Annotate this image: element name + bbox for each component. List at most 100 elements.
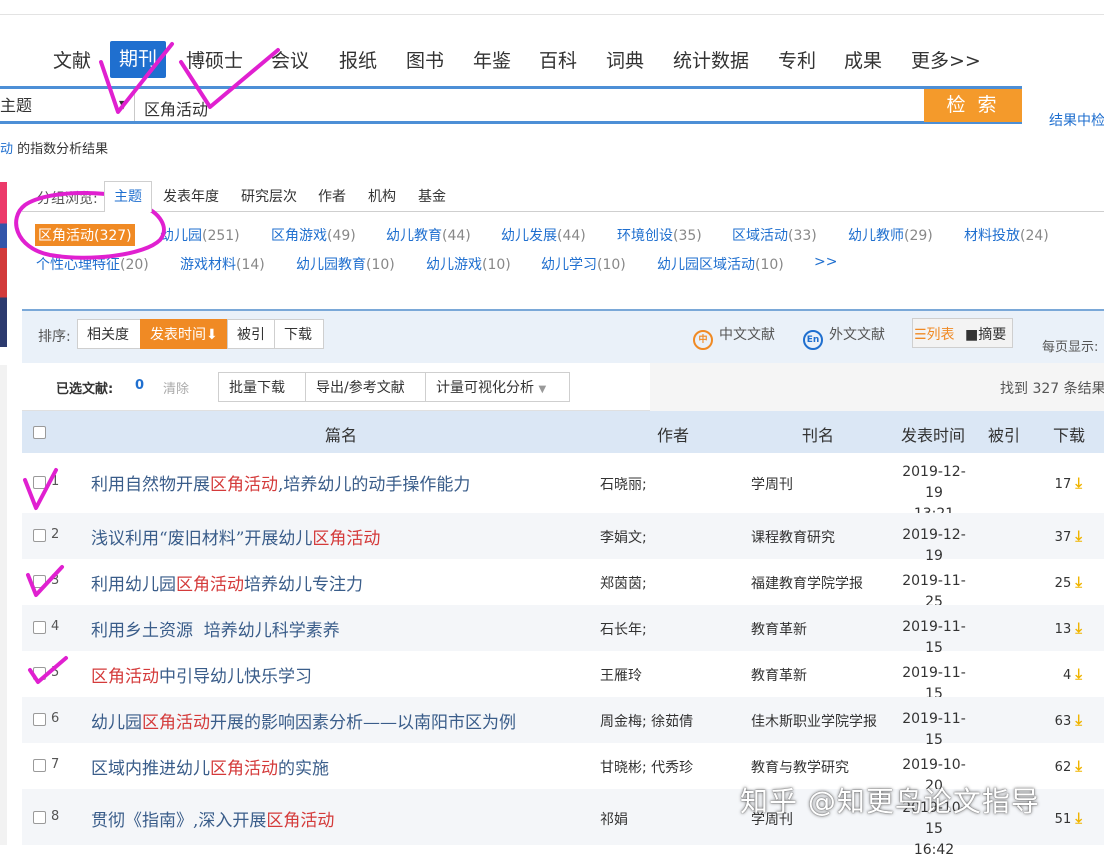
row-checkbox[interactable] — [33, 713, 46, 726]
facet-item[interactable]: 材料投放(24) — [964, 225, 1049, 245]
article-journal[interactable]: 教育革新 — [751, 619, 807, 639]
tab-chengguo[interactable]: 成果 — [844, 46, 882, 73]
article-download-count[interactable]: 37 ⤓ — [1055, 527, 1082, 545]
row-checkbox[interactable] — [33, 811, 46, 824]
article-author[interactable]: 周金梅; 徐茹倩 — [600, 711, 693, 731]
sort-relevance-button[interactable]: 相关度 — [77, 319, 141, 349]
article-download-count[interactable]: 25 ⤓ — [1055, 573, 1082, 591]
article-journal[interactable]: 佳木斯职业学院学报 — [751, 711, 877, 731]
facet-item[interactable]: 环境创设(35) — [617, 225, 702, 245]
sort-date-button[interactable]: 发表时间⬇ — [140, 319, 228, 349]
article-title-link[interactable]: 幼儿园区角活动开展的影响因素分析——以南阳市区为例 — [91, 708, 516, 733]
row-checkbox[interactable] — [33, 621, 46, 634]
tab-more[interactable]: 更多>> — [911, 46, 981, 73]
group-tab-level[interactable]: 研究层次 — [241, 186, 297, 206]
row-checkbox[interactable] — [33, 575, 46, 588]
header-title[interactable]: 篇名 — [325, 422, 357, 446]
download-icon[interactable]: ⤓ — [1075, 474, 1082, 492]
clear-selection-link[interactable]: 清除 — [163, 378, 189, 397]
article-download-count[interactable]: 4 ⤓ — [1063, 665, 1082, 683]
article-download-count[interactable]: 17 ⤓ — [1055, 474, 1082, 492]
article-author[interactable]: 石长年; — [600, 619, 647, 639]
article-title-link[interactable]: 利用自然物开展区角活动,培养幼儿的动手操作能力 — [91, 470, 470, 495]
search-in-results-link[interactable]: 结果中检 — [1049, 110, 1104, 130]
view-abstract-button[interactable]: ■摘要 — [965, 324, 1006, 344]
tab-qikan[interactable]: 期刊 — [110, 41, 167, 78]
article-download-count[interactable]: 13 ⤓ — [1055, 619, 1082, 637]
article-journal[interactable]: 课程教育研究 — [751, 527, 835, 547]
group-tab-author[interactable]: 作者 — [318, 186, 346, 206]
group-tab-year[interactable]: 发表年度 — [163, 186, 219, 206]
facet-item[interactable]: 游戏材料(14) — [180, 254, 265, 274]
facet-item[interactable]: 幼儿学习(10) — [541, 254, 626, 274]
facet-item[interactable]: 幼儿教师(29) — [848, 225, 933, 245]
export-citation-button[interactable]: 导出/参考文献 — [305, 372, 426, 402]
tab-boshuoshi[interactable]: 博硕士 — [186, 46, 243, 73]
foreign-literature-filter[interactable]: En 外文文献 — [803, 324, 885, 350]
article-author[interactable]: 祁娟 — [600, 809, 628, 829]
facet-item[interactable]: 区角游戏(49) — [271, 225, 356, 245]
header-journal[interactable]: 刊名 — [802, 422, 834, 446]
article-journal[interactable]: 教育革新 — [751, 665, 807, 685]
facet-item[interactable]: 区角活动(327) — [35, 224, 135, 246]
row-checkbox[interactable] — [33, 667, 46, 680]
tab-nianjian[interactable]: 年鉴 — [473, 46, 511, 73]
index-keyword[interactable]: 动 — [0, 142, 13, 157]
facet-item[interactable]: 幼儿园教育(10) — [296, 254, 395, 274]
article-title-link[interactable]: 浅议利用“废旧材料”开展幼儿区角活动 — [91, 524, 380, 549]
article-journal[interactable]: 福建教育学院学报 — [751, 573, 863, 593]
header-author[interactable]: 作者 — [657, 422, 689, 446]
tab-wenxian[interactable]: 文献 — [53, 46, 91, 73]
select-all-checkbox[interactable] — [33, 426, 46, 439]
sort-cited-button[interactable]: 被引 — [227, 319, 275, 349]
group-tab-institution[interactable]: 机构 — [368, 186, 396, 206]
tab-cidian[interactable]: 词典 — [606, 46, 644, 73]
facet-item[interactable]: 幼儿园(251) — [160, 225, 240, 245]
facet-item[interactable]: 区域活动(33) — [732, 225, 817, 245]
row-checkbox[interactable] — [33, 759, 46, 772]
facet-item[interactable]: 幼儿发展(44) — [501, 225, 586, 245]
article-download-count[interactable]: 51 ⤓ — [1055, 809, 1082, 827]
article-title-link[interactable]: 利用乡土资源 培养幼儿科学素养 — [91, 616, 340, 641]
row-checkbox[interactable] — [33, 476, 46, 489]
article-title-link[interactable]: 利用幼儿园区角活动培养幼儿专注力 — [91, 570, 363, 595]
download-icon[interactable]: ⤓ — [1075, 665, 1082, 683]
visual-analysis-button[interactable]: 计量可视化分析 ▼ — [425, 372, 570, 402]
tab-zhuanli[interactable]: 专利 — [778, 46, 816, 73]
group-tab-fund[interactable]: 基金 — [418, 186, 446, 206]
row-checkbox[interactable] — [33, 529, 46, 542]
header-cited[interactable]: 被引 — [988, 422, 1020, 446]
view-list-button[interactable]: ☰列表 — [914, 324, 955, 344]
facet-item[interactable]: 幼儿游戏(10) — [426, 254, 511, 274]
article-author[interactable]: 李娟文; — [600, 527, 647, 547]
search-button[interactable]: 检 索 — [924, 89, 1022, 122]
article-author[interactable]: 郑茵茵; — [600, 573, 647, 593]
facet-item[interactable]: 幼儿教育(44) — [386, 225, 471, 245]
download-icon[interactable]: ⤓ — [1075, 757, 1082, 775]
tab-tongji[interactable]: 统计数据 — [673, 46, 749, 73]
download-icon[interactable]: ⤓ — [1075, 573, 1082, 591]
header-date[interactable]: 发表时间 — [901, 422, 965, 446]
article-download-count[interactable]: 62 ⤓ — [1055, 757, 1082, 775]
article-author[interactable]: 甘晓彬; 代秀珍 — [600, 757, 693, 777]
batch-download-button[interactable]: 批量下载 — [218, 372, 306, 402]
selected-count[interactable]: 0 — [135, 378, 144, 393]
article-title-link[interactable]: 贯彻《指南》,深入开展区角活动 — [91, 806, 334, 831]
chinese-literature-filter[interactable]: 中中文文献 — [693, 324, 775, 350]
article-title-link[interactable]: 区角活动中引导幼儿快乐学习 — [91, 662, 312, 687]
group-tab-topic[interactable]: 主题 — [104, 181, 152, 212]
chevron-down-icon[interactable]: ▼ — [119, 98, 127, 111]
sort-download-button[interactable]: 下载 — [274, 319, 324, 349]
tab-baike[interactable]: 百科 — [539, 46, 577, 73]
download-icon[interactable]: ⤓ — [1075, 809, 1082, 827]
article-journal[interactable]: 教育与教学研究 — [751, 757, 849, 777]
facet-item[interactable]: 个性心理特征(20) — [36, 254, 149, 274]
tab-tushu[interactable]: 图书 — [406, 46, 444, 73]
download-icon[interactable]: ⤓ — [1075, 711, 1082, 729]
download-icon[interactable]: ⤓ — [1075, 619, 1082, 637]
article-download-count[interactable]: 63 ⤓ — [1055, 711, 1082, 729]
header-download[interactable]: 下载 — [1053, 422, 1085, 446]
article-journal[interactable]: 学周刊 — [751, 474, 793, 494]
article-author[interactable]: 王雁玲 — [600, 665, 642, 685]
tab-baozhi[interactable]: 报纸 — [339, 46, 377, 73]
